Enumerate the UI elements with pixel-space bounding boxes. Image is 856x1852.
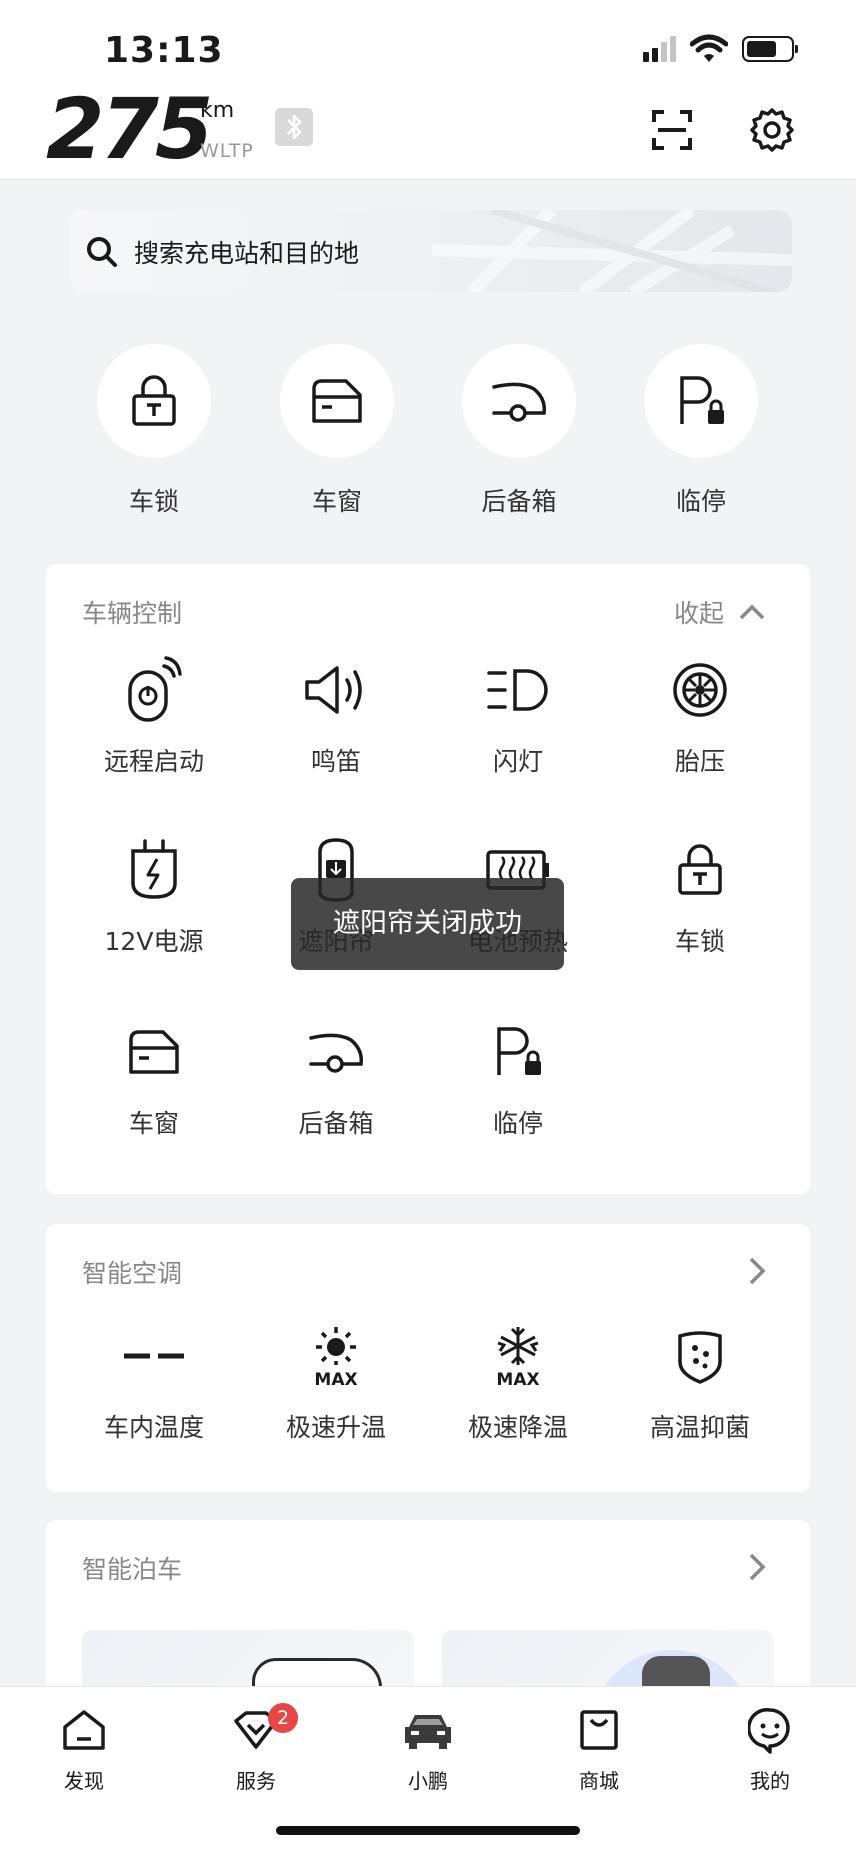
control-flash-lights[interactable]: 闪灯 <box>443 658 593 778</box>
chevron-up-icon <box>739 604 765 620</box>
app-header: 275 km WLTP <box>0 80 856 180</box>
power-12v-icon <box>131 839 177 899</box>
scan-icon[interactable] <box>648 106 696 154</box>
collapse-label: 收起 <box>673 599 724 628</box>
control-label: 鸣笛 <box>310 747 361 776</box>
temperature-dash-icon <box>124 1353 184 1359</box>
range-unit: km <box>200 98 235 123</box>
flash-lights-icon <box>487 669 548 711</box>
tab-label: 服务 <box>236 1769 276 1793</box>
control-label: 胎压 <box>674 747 725 776</box>
range-standard: WLTP <box>200 140 254 162</box>
wifi-icon <box>690 34 728 62</box>
control-label: 远程启动 <box>103 747 204 776</box>
control-tire-pressure[interactable]: 胎压 <box>625 658 775 778</box>
parking-lock-icon <box>680 376 724 424</box>
card-title: 车辆控制 <box>82 599 183 628</box>
tab-xpeng[interactable]: 小鹏 <box>378 1705 478 1794</box>
bluetooth-icon[interactable] <box>275 108 313 146</box>
tire-pressure-icon <box>673 663 727 717</box>
search-icon <box>87 237 117 267</box>
quick-action-window[interactable]: 车窗 <box>280 344 394 518</box>
max-cool-icon: MAX <box>496 1327 540 1387</box>
smart-parking-card[interactable]: 智能泊车 进出车位 遥控泊车 <box>46 1520 810 1700</box>
climate-label: 车内温度 <box>103 1413 204 1442</box>
control-remote-start[interactable]: 远程启动 <box>79 656 229 778</box>
tab-profile[interactable]: 我的 <box>720 1705 820 1794</box>
climate-max-heat[interactable]: MAX 极速升温 <box>261 1324 411 1444</box>
climate-sterilize[interactable]: 高温抑菌 <box>625 1324 775 1444</box>
status-bar: 13:13 <box>0 0 856 88</box>
home-icon <box>63 1710 105 1750</box>
max-heat-icon: MAX <box>314 1327 358 1387</box>
gear-icon[interactable] <box>748 106 796 154</box>
quick-action-lock[interactable]: 车锁 <box>97 344 211 518</box>
sterilize-icon <box>678 1331 722 1384</box>
quick-action-label: 车窗 <box>311 487 362 516</box>
climate-temperature[interactable]: 车内温度 <box>79 1324 229 1444</box>
control-lock[interactable]: 车锁 <box>625 838 775 958</box>
window-icon <box>129 1030 179 1074</box>
control-horn[interactable]: 鸣笛 <box>261 658 411 778</box>
chevron-right-icon[interactable] <box>748 1256 766 1286</box>
control-trunk[interactable]: 后备箱 <box>261 1020 411 1140</box>
tab-service[interactable]: 2 服务 <box>206 1703 306 1794</box>
quick-action-trunk[interactable]: 后备箱 <box>462 344 576 518</box>
card-title: 智能泊车 <box>82 1555 183 1584</box>
tab-label: 小鹏 <box>408 1769 448 1793</box>
control-label: 闪灯 <box>492 747 543 776</box>
max-badge: MAX <box>496 1370 539 1387</box>
tab-label: 商城 <box>579 1769 619 1793</box>
control-label: 临停 <box>492 1109 543 1138</box>
range-value: 275 <box>46 80 213 178</box>
horn-icon <box>305 666 362 714</box>
cellular-signal-icon <box>643 36 676 62</box>
quick-action-label: 后备箱 <box>481 487 557 516</box>
tab-shop[interactable]: 商城 <box>549 1705 649 1794</box>
search-placeholder: 搜索充电站和目的地 <box>134 239 360 268</box>
chevron-right-icon[interactable] <box>748 1552 766 1582</box>
tab-discover[interactable]: 发现 <box>34 1705 134 1794</box>
parking-lock-icon <box>497 1027 541 1075</box>
climate-label: 极速降温 <box>467 1413 568 1442</box>
remote-start-icon <box>128 656 182 722</box>
control-window[interactable]: 车窗 <box>79 1020 229 1140</box>
control-label: 车窗 <box>128 1109 179 1138</box>
max-badge: MAX <box>314 1370 357 1387</box>
profile-icon <box>748 1708 790 1754</box>
status-icons <box>643 34 798 64</box>
quick-action-label: 车锁 <box>128 487 179 516</box>
toast-message: 遮阳帘关闭成功 <box>291 878 564 970</box>
control-label: 车锁 <box>674 927 725 956</box>
climate-label: 极速升温 <box>285 1413 386 1442</box>
climate-max-cool[interactable]: MAX 极速降温 <box>443 1324 593 1444</box>
car-icon <box>405 1715 451 1749</box>
control-label: 12V电源 <box>104 927 204 956</box>
window-icon <box>312 379 362 423</box>
status-time: 13:13 <box>104 30 224 71</box>
tab-label: 发现 <box>64 1769 104 1793</box>
map-decoration <box>432 210 792 292</box>
climate-label: 高温抑菌 <box>649 1413 750 1442</box>
collapse-button[interactable]: 收起 <box>674 594 766 630</box>
trunk-icon <box>309 1033 364 1073</box>
battery-icon <box>742 36 798 62</box>
card-title: 智能空调 <box>82 1259 183 1288</box>
search-bar[interactable]: 搜索充电站和目的地 <box>70 210 792 292</box>
control-12v-power[interactable]: 12V电源 <box>79 838 229 958</box>
lock-icon <box>132 375 176 426</box>
trunk-icon <box>492 382 547 422</box>
home-indicator <box>276 1826 580 1835</box>
climate-card[interactable]: 智能空调 车内温度 MAX 极速升温 MAX 极速降温 高温抑菌 <box>46 1224 810 1492</box>
control-label: 后备箱 <box>298 1109 374 1138</box>
quick-action-label: 临停 <box>675 487 726 516</box>
quick-action-parking[interactable]: 临停 <box>644 344 758 518</box>
lock-icon <box>678 844 722 895</box>
control-parking[interactable]: 临停 <box>443 1020 593 1140</box>
shop-bag-icon <box>580 1710 618 1750</box>
notification-badge: 2 <box>268 1703 298 1733</box>
tab-label: 我的 <box>750 1769 790 1793</box>
